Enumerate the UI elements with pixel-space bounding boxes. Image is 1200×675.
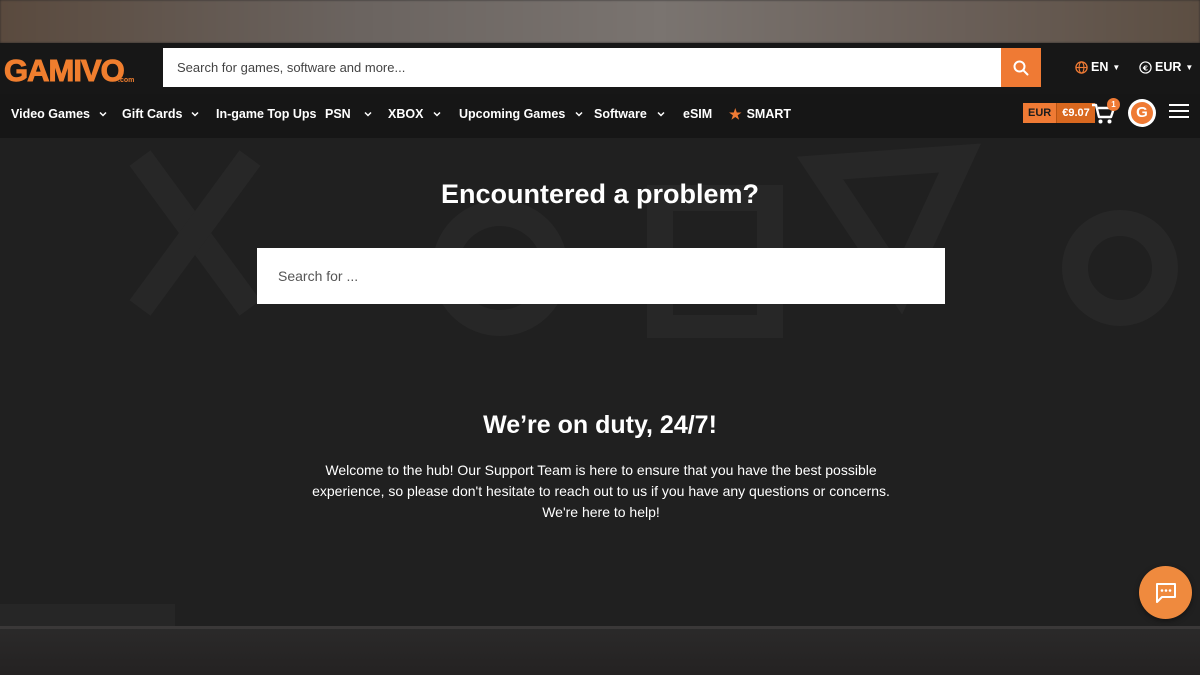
taskbar-fragment: [0, 604, 175, 626]
chevron-down-icon: [575, 111, 583, 117]
nav-in-game-top-ups[interactable]: In-game Top Ups: [216, 94, 316, 134]
nav-software[interactable]: Software: [594, 94, 665, 134]
wallet-amount: €9.07: [1056, 103, 1095, 123]
help-search-input[interactable]: [257, 248, 945, 304]
nav-label: SMART: [746, 107, 792, 121]
chevron-down-icon: [99, 111, 107, 117]
browser-page: GAMIVO .com EN ▼ €: [0, 43, 1200, 626]
globe-icon: [1075, 60, 1088, 74]
support-title: We’re on duty, 24/7!: [483, 411, 717, 439]
chevron-down-icon: [433, 111, 441, 117]
nav-label: Software: [594, 107, 647, 121]
site-header: GAMIVO .com EN ▼ €: [0, 43, 1200, 94]
gamivo-logo[interactable]: GAMIVO .com: [4, 51, 135, 91]
nav-label: eSIM: [683, 107, 713, 121]
nav-label: Gift Cards: [122, 107, 183, 121]
hero-title: Encountered a problem?: [440, 179, 760, 209]
currency-label: EUR: [1155, 60, 1182, 74]
desktop-background-top: [0, 0, 1200, 43]
search-icon: [1013, 60, 1029, 75]
nav-video-games[interactable]: Video Games: [11, 94, 107, 134]
nav-gift-cards[interactable]: Gift Cards: [122, 94, 199, 134]
site-search-input[interactable]: [163, 48, 1001, 87]
user-avatar[interactable]: G: [1128, 99, 1156, 127]
nav-xbox[interactable]: XBOX: [388, 94, 441, 134]
main-nav: Video Games Gift Cards In-game Top Ups P…: [0, 94, 1200, 138]
nav-esim[interactable]: eSIM: [683, 94, 712, 134]
desktop-background-bottom: [0, 626, 1200, 675]
chevron-down-icon: [364, 111, 372, 117]
currency-selector[interactable]: € EUR ▼: [1139, 60, 1193, 74]
chat-button[interactable]: [1139, 566, 1192, 619]
nav-psn[interactable]: PSN: [325, 94, 372, 134]
logo-sub: .com: [118, 77, 135, 84]
nav-smart[interactable]: ★ SMART: [729, 94, 791, 134]
help-hero: Encountered a problem? We’re on duty, 24…: [0, 138, 1200, 626]
site-search: [163, 48, 1041, 87]
nav-label: In-game Top Ups: [216, 107, 317, 121]
nav-label: XBOX: [388, 107, 424, 121]
window-bottom-edge: [0, 626, 1200, 629]
wallet-balance[interactable]: EUR €9.07: [1023, 103, 1095, 123]
language-selector[interactable]: EN ▼: [1075, 60, 1120, 74]
cart-button[interactable]: 1: [1090, 98, 1120, 126]
caret-down-icon: ▼: [1185, 62, 1194, 72]
cart-count-badge: 1: [1107, 98, 1120, 111]
star-icon: ★: [729, 105, 742, 122]
support-description: Welcome to the hub! Our Support Team is …: [312, 462, 890, 520]
caret-down-icon: ▼: [1112, 62, 1121, 72]
nav-upcoming-games[interactable]: Upcoming Games: [459, 94, 583, 134]
nav-label: PSN: [325, 107, 351, 121]
svg-text:€: €: [1142, 63, 1148, 72]
language-label: EN: [1091, 60, 1109, 74]
nav-label: Video Games: [11, 107, 90, 121]
menu-icon[interactable]: [1169, 104, 1189, 122]
wallet-currency: EUR: [1023, 103, 1057, 123]
chat-icon: [1155, 582, 1176, 603]
logo-text: GAMIVO: [4, 53, 126, 89]
chevron-down-icon: [657, 111, 665, 117]
avatar-letter: G: [1131, 102, 1153, 124]
background-decoration: [129, 143, 1178, 338]
site-search-button[interactable]: [1001, 48, 1041, 87]
euro-icon: €: [1139, 60, 1152, 74]
nav-label: Upcoming Games: [459, 107, 566, 121]
chevron-down-icon: [191, 111, 199, 117]
